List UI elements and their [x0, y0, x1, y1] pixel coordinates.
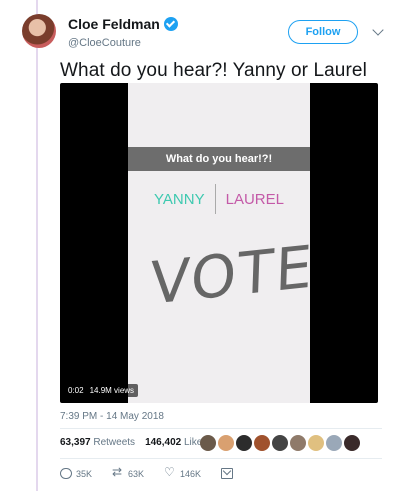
follow-button[interactable]: Follow	[288, 20, 358, 44]
liker-avatar[interactable]	[308, 435, 324, 451]
vote-text: VOTE	[149, 232, 316, 318]
like-stat[interactable]: 146,402 Likes	[145, 437, 207, 448]
video-frame: What do you hear!?! YANNY LAUREL VOTE	[128, 83, 315, 403]
video-info-badge: 0:02 14.9M views	[64, 384, 139, 397]
option-yanny: YANNY	[154, 190, 205, 208]
like-count: 146K	[180, 468, 202, 479]
video-choices: YANNY LAUREL	[128, 184, 310, 214]
liker-avatar[interactable]	[254, 435, 270, 451]
avatar[interactable]	[22, 14, 56, 48]
author-name-row[interactable]: Cloe Feldman	[68, 16, 178, 32]
retweet-stat-label: Retweets	[93, 437, 136, 448]
video-question: What do you hear!?!	[128, 147, 310, 171]
tweet-text: What do you hear?! Yanny or Laurel	[60, 60, 367, 81]
author-block: Cloe Feldman @CloeCouture	[68, 16, 178, 49]
divider	[60, 458, 382, 459]
liker-avatar[interactable]	[200, 435, 216, 451]
tweet-stats: 63,397 Retweets 146,402 Likes	[60, 437, 207, 448]
video-duration: 0:02	[68, 386, 84, 395]
reply-count: 35K	[76, 468, 93, 479]
option-laurel: LAUREL	[225, 190, 284, 208]
liker-avatar[interactable]	[218, 435, 234, 451]
author-handle[interactable]: @CloeCouture	[68, 37, 178, 49]
tweet-timestamp[interactable]: 7:39 PM - 14 May 2018	[60, 411, 164, 422]
liker-avatar[interactable]	[272, 435, 288, 451]
likers-avatars[interactable]	[200, 435, 360, 451]
video-player[interactable]: What do you hear!?! YANNY LAUREL VOTE 0:…	[60, 83, 378, 403]
verified-badge-icon	[163, 17, 178, 31]
like-button[interactable]: 146K	[164, 465, 202, 479]
like-stat-count: 146,402	[145, 437, 182, 448]
chevron-down-icon[interactable]	[372, 24, 384, 36]
thread-line	[36, 0, 38, 491]
reply-icon	[60, 468, 72, 479]
video-views: 14.9M views	[89, 386, 135, 395]
heart-icon	[164, 465, 176, 479]
retweet-stat-count: 63,397	[60, 437, 91, 448]
author-name[interactable]: Cloe Feldman	[68, 16, 160, 32]
action-bar: 35K 63K 146K	[60, 465, 234, 479]
liker-avatar[interactable]	[236, 435, 252, 451]
envelope-icon	[221, 468, 234, 479]
direct-message-button[interactable]	[221, 468, 234, 479]
tweet-header: Cloe Feldman @CloeCouture Follow	[20, 12, 386, 52]
retweet-icon	[112, 465, 124, 479]
liker-avatar[interactable]	[344, 435, 360, 451]
divider	[60, 428, 382, 429]
retweet-count: 63K	[128, 468, 145, 479]
reply-button[interactable]: 35K	[60, 468, 92, 479]
liker-avatar[interactable]	[326, 435, 342, 451]
retweet-stat[interactable]: 63,397 Retweets	[60, 437, 135, 448]
retweet-button[interactable]: 63K	[112, 465, 145, 479]
liker-avatar[interactable]	[290, 435, 306, 451]
